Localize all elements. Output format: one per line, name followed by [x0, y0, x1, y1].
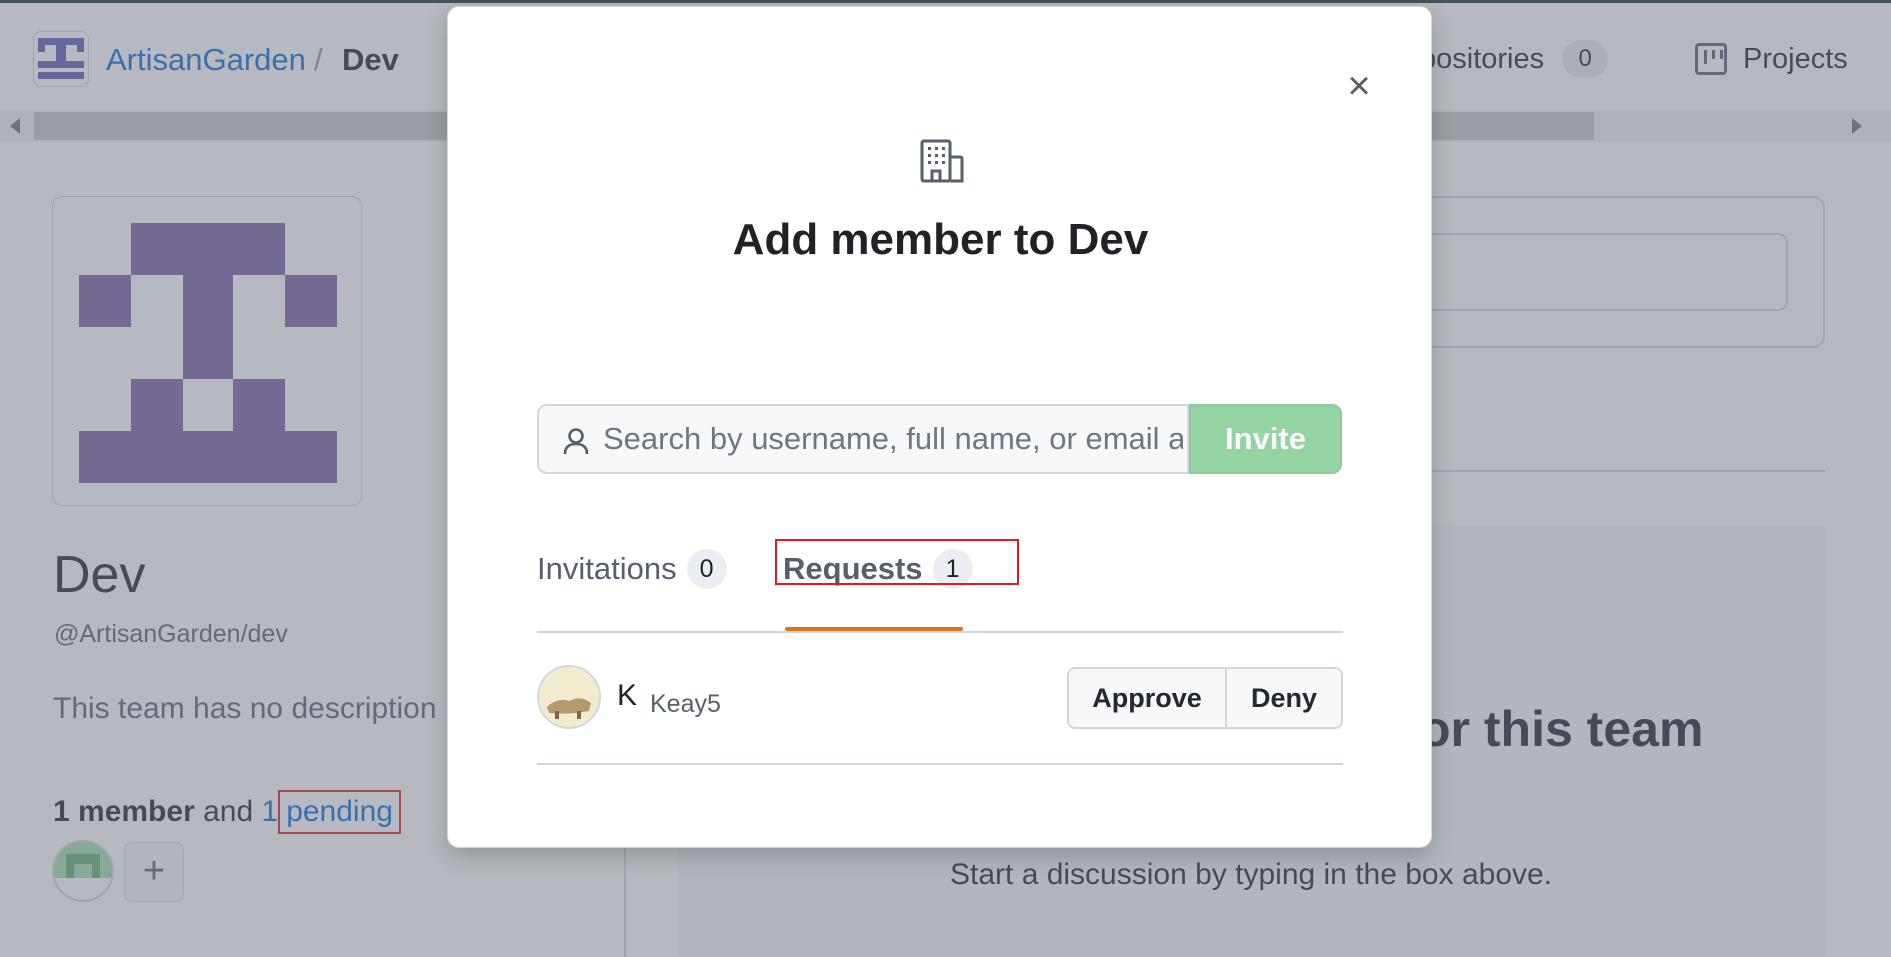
requester-avatar[interactable] — [537, 665, 601, 729]
approve-button[interactable]: Approve — [1067, 667, 1227, 729]
deny-button[interactable]: Deny — [1227, 667, 1343, 729]
person-icon — [563, 428, 589, 455]
dialog-tabs: Invitations 0 Requests 1 — [537, 539, 1343, 633]
requester-login[interactable]: Keay5 — [650, 690, 721, 719]
requester-avatar-image — [539, 667, 599, 727]
dialog-title: Add member to Dev — [732, 215, 1149, 264]
request-row: K Keay5 Approve Deny — [537, 635, 1343, 765]
tab-invitations[interactable]: Invitations 0 — [537, 545, 727, 593]
tab-invitations-label: Invitations — [537, 551, 677, 586]
organization-icon — [920, 139, 964, 183]
active-tab-indicator — [785, 627, 963, 631]
close-icon[interactable]: × — [1338, 65, 1380, 107]
invitations-count: 0 — [686, 549, 727, 589]
request-actions: Approve Deny — [1067, 667, 1343, 729]
member-search[interactable] — [537, 404, 1189, 474]
requests-highlight-box — [775, 539, 1019, 585]
invite-button[interactable]: Invite — [1189, 404, 1342, 474]
search-input[interactable] — [603, 406, 1183, 472]
add-member-dialog: × Add member to Dev Invite Invitations 0… — [447, 6, 1432, 848]
requester-initial: K — [617, 679, 638, 712]
